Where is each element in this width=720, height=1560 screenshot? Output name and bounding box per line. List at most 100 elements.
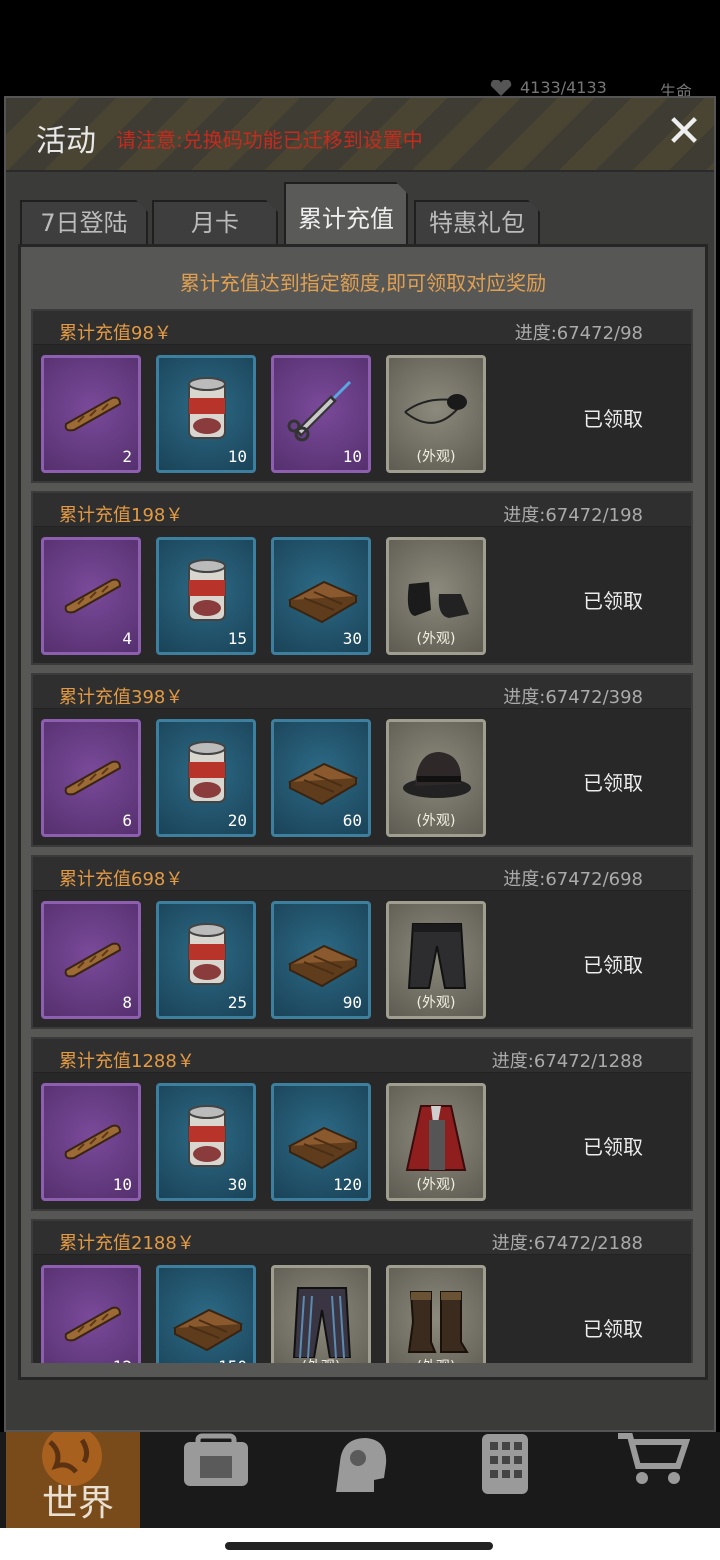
reward-item[interactable]: 25 <box>156 901 256 1019</box>
red-coat-icon <box>405 1105 467 1171</box>
item-count: 30 <box>342 629 362 648</box>
reward-item[interactable]: (外观) <box>386 719 486 837</box>
item-count: 2 <box>122 447 132 466</box>
reward-row-header: 累计充值98￥ 进度:67472/98 <box>33 311 691 345</box>
tab-7day-login[interactable]: 7日登陆 <box>20 200 148 246</box>
wood-crate-icon <box>287 944 359 988</box>
recharge-tier-title: 累计充值98￥ <box>59 323 172 344</box>
item-count: 120 <box>333 1175 362 1194</box>
tab-special-packs[interactable]: 特惠礼包 <box>414 200 540 246</box>
reward-list[interactable]: 累计充值98￥ 进度:67472/98 2 10 10 (外观) 已领取 累计充值198￥ 进度… <box>31 309 695 1363</box>
reward-item[interactable]: 90 <box>271 901 371 1019</box>
reward-item[interactable]: (外观) <box>386 537 486 655</box>
reward-item[interactable]: 120 <box>271 1083 371 1201</box>
reward-item[interactable]: 150 <box>156 1265 256 1363</box>
trousers-icon <box>407 923 467 989</box>
claimed-status: 已领取 <box>583 1317 643 1341</box>
meat-can-icon <box>188 741 226 803</box>
recharge-tier-title: 累计充值698￥ <box>59 869 184 890</box>
claimed-status: 已领取 <box>583 1135 643 1159</box>
shoes-icon <box>407 582 469 618</box>
striped-pants-icon <box>292 1287 352 1358</box>
nav-shop[interactable] <box>582 1432 716 1528</box>
reward-item[interactable]: (外观) <box>386 1265 486 1363</box>
reward-item[interactable]: 4 <box>41 537 141 655</box>
reward-row-header: 累计充值398￥ 进度:67472/398 <box>33 675 691 709</box>
nav-world[interactable]: 世界 <box>6 1432 140 1528</box>
head-gear-icon <box>336 1438 387 1492</box>
recharge-tier-title: 累计充值198￥ <box>59 505 184 526</box>
reward-item[interactable]: 20 <box>156 719 256 837</box>
item-count: 15 <box>227 629 247 648</box>
item-count: 12 <box>113 1357 132 1363</box>
cigar-icon <box>64 942 122 978</box>
recharge-progress: 进度:67472/698 <box>503 869 643 890</box>
item-count: 150 <box>218 1357 247 1363</box>
tab-bar: 7日登陆 月卡 累计充值 特惠礼包 <box>18 182 708 246</box>
cigar-icon <box>64 1306 122 1342</box>
reward-row: 累计充值398￥ 进度:67472/398 6 20 60 (外观) 已领取 <box>31 673 693 847</box>
modal-title: 活动 <box>36 124 96 159</box>
tab-monthly-card[interactable]: 月卡 <box>152 200 278 246</box>
reward-item[interactable]: (外观) <box>271 1265 371 1363</box>
hat-icon <box>403 752 471 798</box>
reward-item[interactable]: (外观) <box>386 901 486 1019</box>
nav-skills[interactable] <box>294 1432 428 1528</box>
bottom-nav: 世界 <box>0 1432 720 1528</box>
skin-label: (外观) <box>416 995 456 1011</box>
cigar-icon <box>64 578 122 614</box>
skin-label: (外观) <box>416 631 456 647</box>
recharge-tier-title: 累计充值2188￥ <box>59 1233 195 1254</box>
reward-item[interactable]: 6 <box>41 719 141 837</box>
reward-item[interactable]: 60 <box>271 719 371 837</box>
item-count: 4 <box>122 629 132 648</box>
reward-row-header: 累计充值198￥ 进度:67472/198 <box>33 493 691 527</box>
reward-item[interactable]: 10 <box>271 355 371 473</box>
notice-text: 请注意:兑换码功能已迁移到设置中 <box>116 128 423 152</box>
close-icon[interactable]: ✕ <box>662 110 706 156</box>
heart-icon <box>490 80 512 96</box>
claimed-status: 已领取 <box>583 407 643 431</box>
reward-row: 累计充值698￥ 进度:67472/698 8 25 90 (外观) 已领取 <box>31 855 693 1029</box>
skin-label: (外观) <box>416 1177 456 1193</box>
reward-item[interactable]: 10 <box>41 1083 141 1201</box>
reward-item[interactable]: 2 <box>41 355 141 473</box>
skin-label: (外观) <box>389 1356 483 1363</box>
reward-item[interactable]: 30 <box>271 537 371 655</box>
activity-modal: 活动 请注意:兑换码功能已迁移到设置中 ✕ 7日登陆 月卡 累计充值 特惠礼包 … <box>4 96 716 1432</box>
reward-item[interactable]: 12 <box>41 1265 141 1363</box>
reward-item[interactable]: 8 <box>41 901 141 1019</box>
item-count: 60 <box>342 811 362 830</box>
reward-row: 累计充值98￥ 进度:67472/98 2 10 10 (外观) 已领取 <box>31 309 693 483</box>
syringe-icon <box>287 380 352 442</box>
cigar-icon <box>64 396 122 432</box>
reward-item[interactable]: 10 <box>156 355 256 473</box>
reward-item[interactable]: 30 <box>156 1083 256 1201</box>
claimed-status: 已领取 <box>583 953 643 977</box>
claimed-status: 已领取 <box>583 771 643 795</box>
reward-row: 累计充值198￥ 进度:67472/198 4 15 30 (外观) 已领取 <box>31 491 693 665</box>
reward-item[interactable]: (外观) <box>386 1083 486 1201</box>
cart-icon <box>618 1433 690 1484</box>
reward-item[interactable]: (外观) <box>386 355 486 473</box>
recharge-tier-title: 累计充值398￥ <box>59 687 184 708</box>
title-bar: 活动 请注意:兑换码功能已迁移到设置中 ✕ <box>6 98 714 172</box>
home-indicator[interactable] <box>225 1542 493 1550</box>
item-count: 20 <box>227 811 247 830</box>
backpack-icon <box>184 1433 248 1486</box>
tab-cumulative-recharge[interactable]: 累计充值 <box>284 182 408 246</box>
skin-label: (外观) <box>274 1356 368 1363</box>
nav-backpack[interactable] <box>150 1432 284 1528</box>
item-count: 10 <box>112 1175 132 1194</box>
cigar-icon <box>64 1124 122 1160</box>
recharge-progress: 进度:67472/98 <box>514 323 643 344</box>
nav-phone[interactable] <box>438 1432 572 1528</box>
item-count: 30 <box>227 1175 247 1194</box>
item-count: 25 <box>227 993 247 1012</box>
nav-world-label: 世界 <box>42 1483 115 1524</box>
item-count: 90 <box>342 993 362 1012</box>
reward-item[interactable]: 15 <box>156 537 256 655</box>
meat-can-icon <box>188 559 226 621</box>
reward-row: 累计充值2188￥ 进度:67472/2188 12 150 (外观) (外观) 已领取 <box>31 1219 693 1363</box>
meat-can-icon <box>188 1105 226 1167</box>
